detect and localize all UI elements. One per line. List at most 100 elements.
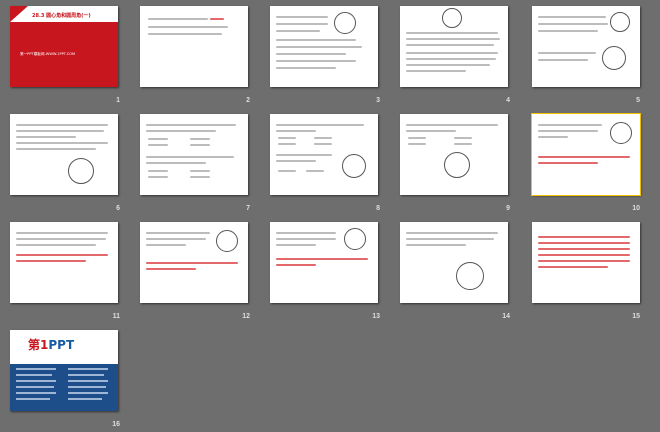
slide-number-5: 5 (636, 97, 640, 104)
option-line (278, 137, 296, 139)
text-line (16, 142, 108, 144)
circle-figure (334, 12, 356, 34)
slide-thumbnail-1[interactable]: 28.3 圆心角和圆周角(一) 第一PPT模板网-WWW.1PPT.COM (10, 6, 118, 87)
text-line (406, 70, 466, 72)
answer-line (538, 236, 630, 238)
answer-line (210, 18, 224, 20)
slide-subtitle: 第一PPT模板网-WWW.1PPT.COM (20, 52, 76, 56)
option-line (408, 143, 426, 145)
text-line (276, 130, 316, 132)
answer-line (538, 266, 608, 268)
text-line (276, 160, 316, 162)
text-line (406, 38, 500, 40)
text-line (538, 23, 608, 25)
circle-figure (444, 152, 470, 178)
text-line (16, 244, 96, 246)
text-line (276, 67, 336, 69)
text-line (406, 124, 498, 126)
text-line (276, 238, 336, 240)
text-line (538, 59, 588, 61)
answer-line (538, 248, 630, 250)
slide-number-8: 8 (376, 205, 380, 212)
text-line (276, 39, 356, 41)
option-line (278, 143, 296, 145)
text-line (538, 30, 598, 32)
slide-thumbnail-16[interactable]: 第1PPT (10, 330, 118, 411)
slide-number-6: 6 (116, 205, 120, 212)
slide-thumbnail-4[interactable] (400, 6, 508, 87)
slide-thumbnail-12[interactable] (140, 222, 248, 303)
text-line (406, 130, 456, 132)
option-line (190, 138, 210, 140)
option-line (454, 143, 472, 145)
slide-number-3: 3 (376, 97, 380, 104)
slide-thumbnail-2[interactable] (140, 6, 248, 87)
slide-thumbnail-3[interactable] (270, 6, 378, 87)
text-line (276, 244, 316, 246)
slide-thumbnail-13[interactable] (270, 222, 378, 303)
circle-figure (610, 122, 632, 144)
answer-line (538, 260, 630, 262)
slide-thumbnail-14[interactable] (400, 222, 508, 303)
text-line (276, 53, 346, 55)
option-line (278, 170, 296, 172)
circle-figure (602, 46, 626, 70)
slide-number-16: 16 (112, 421, 120, 428)
slide-number-14: 14 (502, 313, 510, 320)
text-line (146, 162, 206, 164)
text-line (276, 30, 320, 32)
text-line (16, 148, 96, 150)
slide-thumbnail-10[interactable] (531, 113, 641, 196)
text-line (406, 244, 466, 246)
slide-number-2: 2 (246, 97, 250, 104)
circle-figure (442, 8, 462, 28)
slide-thumbnail-8[interactable] (270, 114, 378, 195)
slide-number-4: 4 (506, 97, 510, 104)
text-line (276, 46, 362, 48)
text-line (276, 154, 332, 156)
text-line (146, 238, 206, 240)
slide-number-1: 1 (116, 97, 120, 104)
slide-number-15: 15 (632, 313, 640, 320)
slide-number-11: 11 (112, 313, 120, 320)
corner-decoration (10, 6, 28, 22)
slide-number-9: 9 (506, 205, 510, 212)
text-line (16, 232, 108, 234)
option-line (190, 144, 210, 146)
circle-figure (344, 228, 366, 250)
circle-figure (216, 230, 238, 252)
text-line (276, 232, 336, 234)
text-line (406, 44, 494, 46)
text-line (276, 60, 356, 62)
text-line (146, 124, 236, 126)
slide-number-13: 13 (372, 313, 380, 320)
slide-thumbnail-9[interactable] (400, 114, 508, 195)
text-line (16, 136, 76, 138)
text-line (538, 130, 598, 132)
slide-title: 28.3 圆心角和圆周角(一) (32, 13, 91, 19)
slide-thumbnail-15[interactable] (532, 222, 640, 303)
option-line (148, 144, 168, 146)
option-line (408, 137, 426, 139)
text-line (538, 136, 568, 138)
slide-number-7: 7 (246, 205, 250, 212)
answer-line (16, 260, 86, 262)
text-line (148, 26, 228, 28)
slide-number-10: 10 (632, 205, 640, 212)
option-line (314, 143, 332, 145)
text-line (276, 23, 328, 25)
text-line (406, 64, 490, 66)
text-line (148, 18, 208, 20)
answer-line (146, 262, 238, 264)
option-line (148, 170, 168, 172)
text-line (538, 16, 606, 18)
slide-thumbnail-7[interactable] (140, 114, 248, 195)
slide-thumbnail-11[interactable] (10, 222, 118, 303)
option-line (190, 176, 210, 178)
text-line (146, 130, 216, 132)
text-line (148, 33, 222, 35)
answer-line (16, 254, 108, 256)
slide-thumbnail-5[interactable] (532, 6, 640, 87)
option-line (148, 138, 168, 140)
slide-thumbnail-6[interactable] (10, 114, 118, 195)
